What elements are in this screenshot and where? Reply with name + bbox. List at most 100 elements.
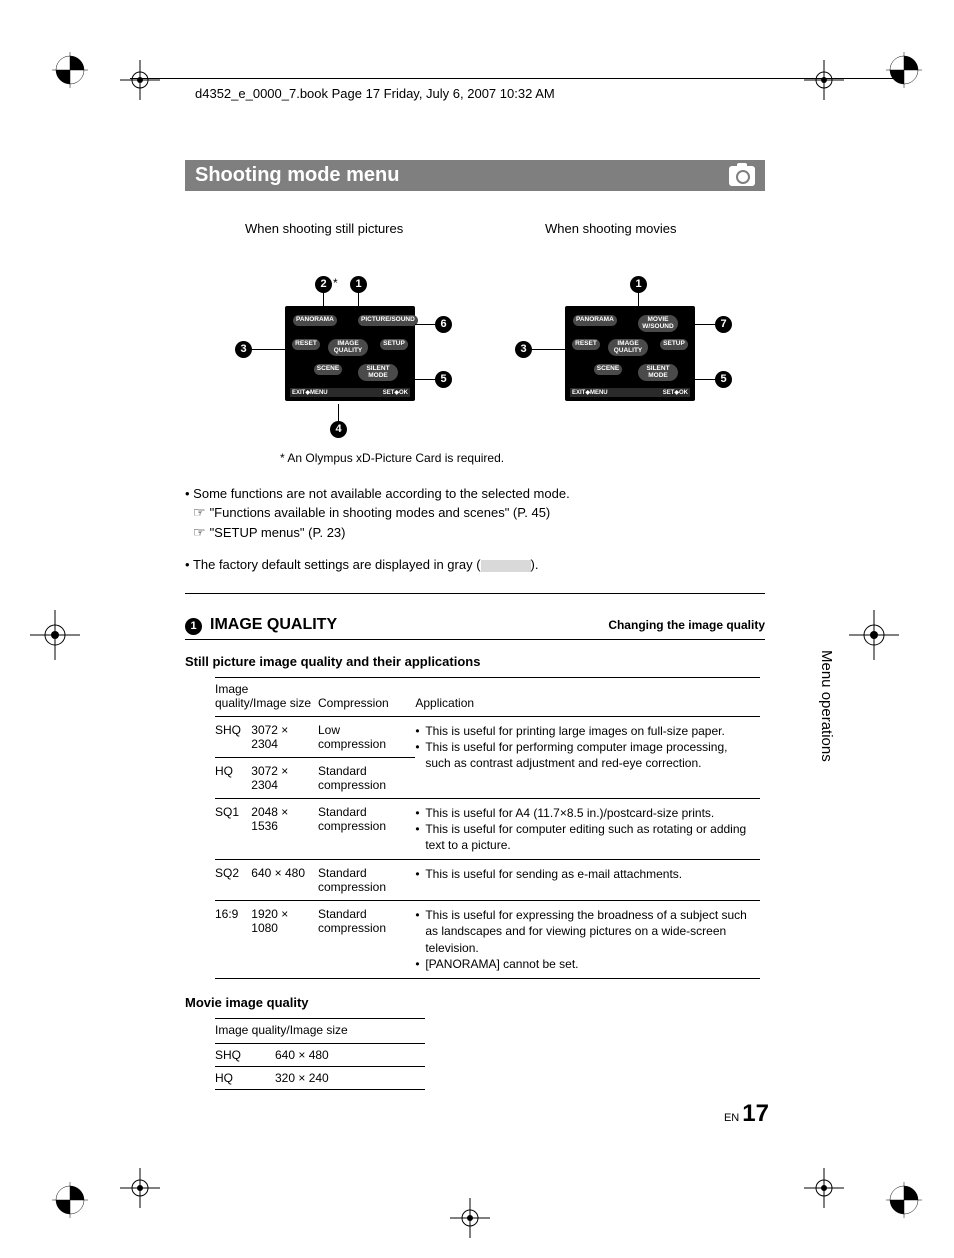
note-default-b: ). — [531, 557, 539, 572]
cell-app: This is useful for printing large images… — [415, 716, 760, 798]
cell-c: Standard compression — [318, 901, 415, 979]
menu-reset: RESET — [292, 339, 320, 350]
cell-app: This is useful for A4 (11.7×8.5 in.)/pos… — [415, 798, 760, 860]
note-default-a: The factory default settings are display… — [193, 557, 481, 572]
cell-s: 640 × 480 — [275, 1043, 425, 1066]
menu-exit: EXIT — [572, 390, 585, 396]
image-quality-heading: 1 IMAGE QUALITY Changing the image quali… — [185, 616, 765, 635]
callout-2: 2 — [315, 276, 332, 293]
section-number: 1 — [185, 618, 202, 635]
pointer-icon: ☞ — [193, 503, 206, 523]
chapter-tab: Menu operations — [814, 640, 839, 772]
page-num: 17 — [742, 1100, 769, 1127]
menu-picture-sound: PICTURE/SOUND — [358, 315, 418, 326]
section-title: Shooting mode menu — [195, 164, 399, 187]
menu-setup: SETUP — [380, 339, 408, 350]
movie-menu-screen: PANORAMA MOVIE W/SOUND RESET IMAGE QUALI… — [565, 306, 695, 401]
menu-panorama: PANORAMA — [293, 315, 337, 326]
menu-set: SET — [383, 390, 395, 396]
th-compression: Compression — [318, 677, 415, 716]
cell-s: 3072 × 2304 — [251, 716, 318, 757]
gray-swatch — [481, 560, 531, 572]
xd-card-footnote: * An Olympus xD-Picture Card is required… — [280, 451, 765, 465]
menu-menu: MENU — [590, 390, 608, 396]
registration-mark-icon — [52, 52, 88, 88]
cell-s: 640 × 480 — [251, 860, 318, 901]
app-bullet: [PANORAMA] cannot be set. — [415, 956, 754, 972]
cell-q: HQ — [215, 1066, 275, 1089]
page-content: Shooting mode menu When shooting still p… — [185, 160, 765, 1090]
callout-6: 6 — [435, 316, 452, 333]
callout-7: 7 — [715, 316, 732, 333]
page-number: EN 17 — [724, 1100, 769, 1128]
section-title: IMAGE QUALITY — [210, 616, 337, 634]
cell-s: 3072 × 2304 — [251, 757, 318, 798]
frame-header: d4352_e_0000_7.book Page 17 Friday, July… — [195, 86, 555, 101]
crosshair-icon — [450, 1198, 490, 1238]
menu-diagrams: When shooting still pictures When shooti… — [185, 221, 765, 441]
note-functions: Some functions are not available accordi… — [193, 486, 570, 501]
crosshair-icon — [849, 610, 899, 660]
app-bullet: This is useful for sending as e-mail att… — [415, 866, 754, 882]
menu-exit: EXIT — [292, 390, 305, 396]
asterisk: * — [333, 276, 338, 290]
still-caption: When shooting still pictures — [245, 221, 403, 236]
menu-movie-sound: MOVIE W/SOUND — [638, 315, 678, 332]
movie-caption: When shooting movies — [545, 221, 677, 236]
app-bullet: This is useful for expressing the broadn… — [415, 907, 754, 956]
menu-image-quality: IMAGE QUALITY — [328, 339, 368, 356]
cell-c: Standard compression — [318, 798, 415, 860]
cell-app: This is useful for expressing the broadn… — [415, 901, 760, 979]
cell-q: SHQ — [215, 716, 251, 757]
notes-block: • Some functions are not available accor… — [185, 485, 765, 575]
callout-1: 1 — [630, 276, 647, 293]
th-quality-size: Image quality/Image size — [215, 677, 318, 716]
app-bullet: This is useful for computer editing such… — [415, 821, 754, 853]
menu-set: SET — [663, 390, 675, 396]
cell-q: HQ — [215, 757, 251, 798]
header-rule — [130, 78, 894, 79]
callout-4: 4 — [330, 421, 347, 438]
crosshair-icon — [30, 610, 80, 660]
app-bullet: This is useful for performing computer i… — [415, 739, 754, 771]
section-title-bar: Shooting mode menu — [185, 160, 765, 191]
still-quality-table: Image quality/Image size Compression App… — [215, 677, 760, 979]
menu-menu: MENU — [310, 390, 328, 396]
callout-3: 3 — [515, 341, 532, 358]
registration-mark-icon — [886, 52, 922, 88]
cell-q: SQ2 — [215, 860, 251, 901]
th-movie: Image quality/Image size — [215, 1018, 425, 1043]
cell-c: Standard compression — [318, 757, 415, 798]
menu-image-quality: IMAGE QUALITY — [608, 339, 648, 356]
menu-setup: SETUP — [660, 339, 688, 350]
menu-scene: SCENE — [314, 364, 342, 375]
cell-q: 16:9 — [215, 901, 251, 979]
crosshair-icon — [120, 60, 160, 100]
crosshair-icon — [120, 1168, 160, 1208]
movie-quality-table: Image quality/Image size SHQ 640 × 480 H… — [215, 1018, 425, 1090]
menu-ok: OK — [679, 390, 688, 396]
registration-mark-icon — [886, 1182, 922, 1218]
registration-mark-icon — [52, 1182, 88, 1218]
app-bullet: This is useful for A4 (11.7×8.5 in.)/pos… — [415, 805, 754, 821]
ref-functions: "Functions available in shooting modes a… — [210, 505, 551, 520]
th-application: Application — [415, 677, 760, 716]
callout-5: 5 — [715, 371, 732, 388]
cell-c: Standard compression — [318, 860, 415, 901]
movie-heading: Movie image quality — [185, 995, 765, 1010]
menu-silent: SILENT MODE — [358, 364, 398, 381]
callout-1: 1 — [350, 276, 367, 293]
ref-setup: "SETUP menus" (P. 23) — [210, 525, 346, 540]
menu-reset: RESET — [572, 339, 600, 350]
menu-scene: SCENE — [594, 364, 622, 375]
cell-app: This is useful for sending as e-mail att… — [415, 860, 760, 901]
pointer-icon: ☞ — [193, 523, 206, 543]
menu-panorama: PANORAMA — [573, 315, 617, 326]
page-prefix: EN — [724, 1112, 739, 1124]
still-menu-screen: PANORAMA PICTURE/SOUND RESET IMAGE QUALI… — [285, 306, 415, 401]
cell-s: 1920 × 1080 — [251, 901, 318, 979]
camera-icon — [729, 166, 755, 186]
crosshair-icon — [804, 1168, 844, 1208]
cell-q: SQ1 — [215, 798, 251, 860]
cell-q: SHQ — [215, 1043, 275, 1066]
